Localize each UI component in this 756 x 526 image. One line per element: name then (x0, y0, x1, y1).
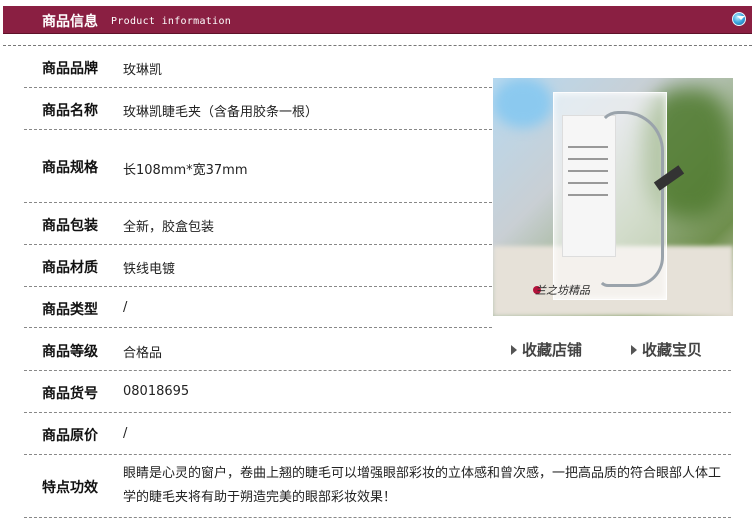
row-value: 玫琳凯 (123, 63, 163, 78)
row-label: 商品材质 (42, 260, 98, 276)
info-row-type: 商品类型 / (24, 287, 492, 328)
row-value: 合格品 (123, 346, 163, 361)
row-value: 铁线电镀 (123, 262, 176, 277)
circle-down-icon[interactable] (732, 12, 746, 26)
row-label: 商品规格 (42, 160, 98, 176)
info-row-spec: 商品规格 长108mm*宽37mm (24, 130, 492, 203)
row-value: / (123, 300, 128, 315)
section-header: 商品信息 Product information (3, 6, 752, 34)
product-image[interactable]: 兰之坊精品 (493, 78, 733, 316)
row-label: 商品包装 (42, 218, 98, 234)
row-label: 商品原价 (42, 428, 98, 444)
package-box (553, 92, 685, 300)
image-watermark: 兰之坊精品 (535, 284, 590, 297)
info-row-price: 商品原价 / (24, 413, 731, 455)
row-value: 长108mm*宽37mm (123, 163, 248, 178)
row-value: 眼睛是心灵的窗户，卷曲上翘的睫毛可以增强眼部彩妆的立体感和曾次感，一把高品质的符… (123, 466, 722, 505)
info-row-name: 商品名称 玫琳凯睫毛夹（含备用胶条一根） (24, 88, 492, 130)
row-value: 全新，胶盒包装 (123, 220, 215, 235)
row-label: 特点功效 (42, 480, 98, 496)
row-label: 商品类型 (42, 302, 98, 318)
info-row-grade: 商品等级 合格品 (24, 328, 731, 371)
info-row-package: 商品包装 全新，胶盒包装 (24, 203, 492, 245)
favorite-item-link[interactable]: 收藏宝贝 (631, 339, 702, 360)
info-row-sku: 商品货号 08018695 (24, 371, 731, 413)
row-label: 商品等级 (42, 344, 98, 360)
favorite-shop-link[interactable]: 收藏店铺 (511, 339, 582, 360)
row-label: 商品名称 (42, 103, 98, 119)
info-row-material: 商品材质 铁线电镀 (24, 245, 492, 287)
triangle-right-icon (511, 344, 517, 355)
row-label: 商品货号 (42, 386, 98, 402)
section-title: 商品信息 (42, 14, 98, 30)
favorite-item-label: 收藏宝贝 (642, 341, 703, 359)
row-value: / (123, 426, 128, 441)
info-row-feature: 特点功效 眼睛是心灵的窗户，卷曲上翘的睫毛可以增强眼部彩妆的立体感和曾次感，一把… (24, 455, 731, 518)
info-row-brand: 商品品牌 玫琳凯 (24, 46, 492, 88)
row-value: 08018695 (123, 384, 190, 399)
row-value: 玫琳凯睫毛夹（含备用胶条一根） (123, 105, 319, 120)
section-subtitle: Product information (111, 16, 232, 27)
row-label: 商品品牌 (42, 61, 98, 77)
favorite-shop-label: 收藏店铺 (522, 341, 583, 359)
eyelash-curler (598, 111, 664, 287)
triangle-right-icon (631, 344, 637, 355)
